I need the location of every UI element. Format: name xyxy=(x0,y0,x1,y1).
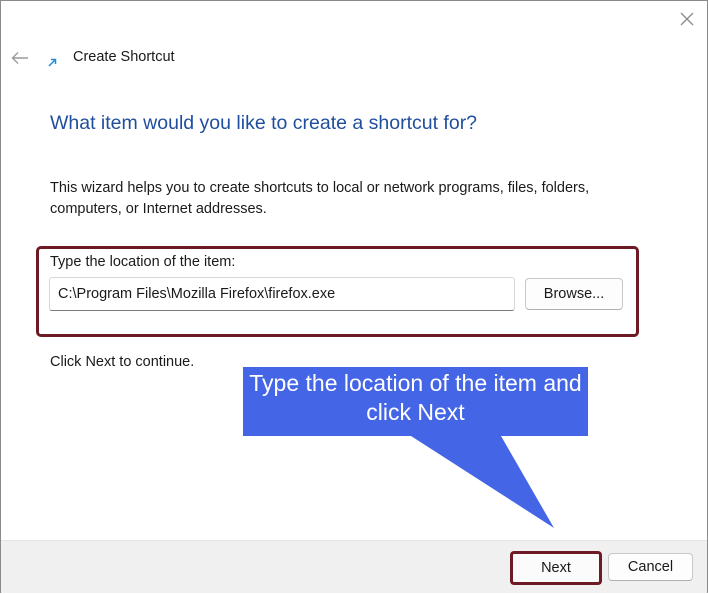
page-heading: What item would you like to create a sho… xyxy=(50,112,478,134)
cancel-button[interactable]: Cancel xyxy=(608,553,693,581)
window-title: Create Shortcut xyxy=(73,49,175,65)
location-label: Type the location of the item: xyxy=(50,254,236,270)
close-button[interactable] xyxy=(673,5,701,33)
callout-text: Type the location of the item and click … xyxy=(249,370,582,425)
wizard-description: This wizard helps you to create shortcut… xyxy=(50,180,590,217)
back-arrow-icon xyxy=(11,52,28,64)
back-button[interactable] xyxy=(7,45,33,71)
next-button[interactable]: Next xyxy=(513,554,599,582)
continue-instruction: Click Next to continue. xyxy=(50,354,195,370)
shortcut-arrow-icon xyxy=(48,58,57,67)
close-icon xyxy=(680,12,694,26)
browse-button[interactable]: Browse... xyxy=(525,278,623,310)
create-shortcut-window: Create Shortcut What item would you like… xyxy=(0,0,708,593)
location-input[interactable] xyxy=(49,277,515,311)
